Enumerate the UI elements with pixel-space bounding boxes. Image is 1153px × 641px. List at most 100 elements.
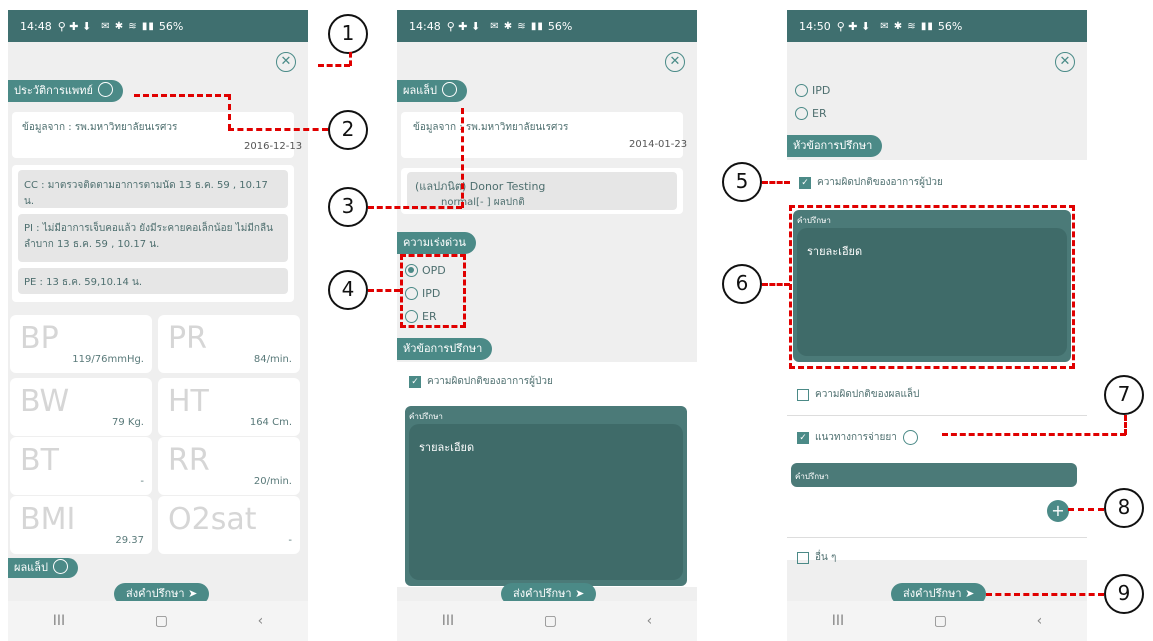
check-icon: ✓ (797, 431, 809, 444)
checkbox-symptom[interactable]: ✓ ความผิดปกติของอาการผู้ป่วย (409, 374, 553, 389)
notification-icons: ⚲ ✚ ⬇ (57, 19, 92, 33)
send-label: ส่งคำปรึกษา (126, 587, 185, 600)
callout-6: 6 (722, 264, 762, 304)
recent-apps-button[interactable]: III (53, 613, 65, 629)
consult-header: คำปรึกษา (409, 412, 443, 421)
record-date: 2014-01-23 (629, 139, 688, 150)
radio-label: ER (812, 107, 827, 120)
refresh-icon[interactable] (902, 430, 918, 445)
refresh-icon[interactable] (442, 82, 457, 97)
consult-textarea[interactable]: รายละเอียด (409, 424, 683, 580)
annotation-line (461, 108, 464, 208)
add-icon[interactable]: + (1047, 500, 1069, 522)
checkbox-label: แนวทางการจ่ายยา (815, 432, 897, 443)
callout-5: 5 (722, 162, 762, 202)
system-nav-bar: III ▢ ‹ (397, 601, 697, 641)
vital-value: 164 Cm. (249, 417, 292, 428)
home-button[interactable]: ▢ (155, 613, 168, 629)
lab-title: (แลปภนิต) Donor Testing (415, 180, 546, 193)
section-lab[interactable]: ผลแล็ป (397, 80, 467, 102)
consult-placeholder: รายละเอียด (419, 441, 475, 454)
checkbox-symptom[interactable]: ✓ ความผิดปกติของอาการผู้ป่วย (799, 175, 943, 190)
back-button[interactable]: ‹ (258, 613, 264, 629)
home-button[interactable]: ▢ (934, 613, 947, 629)
vital-bmi: BMI 29.37 (10, 496, 152, 554)
consult-header: คำปรึกษา (795, 472, 829, 481)
topic-header: หัวข้อการปรึกษา (397, 338, 493, 360)
checkbox-label: ความผิดปกติของอาการผู้ป่วย (817, 177, 943, 188)
refresh-icon[interactable] (53, 559, 68, 574)
vital-label: BW (20, 384, 70, 419)
callout-7: 7 (1104, 375, 1144, 415)
vital-value: 29.37 (115, 535, 144, 546)
checkbox-label: ความผิดปกติของผลแล็ป (815, 389, 920, 400)
signal-icons: ✉ ✱ ≋ ▮▮ (490, 20, 544, 32)
close-icon[interactable]: ✕ (665, 52, 685, 72)
battery-level: 56% (547, 19, 573, 33)
source-text: ข้อมูลจาก : รพ.มหาวิทยาลัยนเรศวร (413, 122, 569, 133)
pi-text: PI : ไม่มีอาการเจ็บคอแล้ว ยังมีระคายคอเล… (24, 223, 273, 250)
vital-value: 79 Kg. (112, 417, 144, 428)
recent-apps-button[interactable]: III (442, 613, 454, 629)
status-bar: 14:50 ⚲ ✚ ⬇ ✉ ✱ ≋ ▮▮ 56% (787, 10, 1087, 42)
vital-value: 119/76mmHg. (72, 354, 144, 365)
section-label: ผลแล็ป (403, 84, 437, 97)
checkbox-medication[interactable]: ✓ แนวทางการจ่ายยา (797, 430, 918, 445)
annotation-line (368, 289, 400, 292)
status-time: 14:50 (799, 19, 831, 33)
close-icon[interactable]: ✕ (1055, 52, 1075, 72)
consult-box: คำปรึกษา รายละเอียด (405, 406, 687, 586)
status-bar: 14:48 ⚲ ✚ ⬇ ✉ ✱ ≋ ▮▮ 56% (397, 10, 697, 42)
annotation-line (762, 181, 790, 184)
vital-o2sat: O2sat - (158, 496, 300, 554)
callout-2: 2 (328, 110, 368, 150)
back-button[interactable]: ‹ (1037, 613, 1043, 629)
callout-3: 3 (328, 187, 368, 227)
close-icon[interactable]: ✕ (276, 52, 296, 72)
home-button[interactable]: ▢ (544, 613, 557, 629)
notification-icons: ⚲ ✚ ⬇ (446, 19, 481, 33)
vital-label: PR (168, 321, 207, 356)
vital-label: HT (168, 384, 209, 419)
vital-label: BT (20, 443, 59, 478)
section-medical-history[interactable]: ประวัติการแพทย์ (8, 80, 123, 102)
recent-apps-button[interactable]: III (832, 613, 844, 629)
refresh-icon[interactable] (97, 82, 113, 97)
send-icon: ➤ (188, 587, 198, 600)
section-lab[interactable]: ผลแล็ป (8, 558, 78, 578)
section-label: ความเร่งด่วน (403, 236, 466, 249)
callout-9: 9 (1104, 574, 1144, 614)
battery-level: 56% (937, 19, 963, 33)
section-label: ผลแล็ป (14, 561, 48, 574)
pe-text: PE : 13 ธ.ค. 59,10.14 น. (24, 277, 143, 288)
send-icon: ➤ (965, 587, 975, 600)
consult-box-medication: คำปรึกษา (791, 463, 1077, 487)
vital-pr: PR 84/min. (158, 315, 300, 373)
callout-1: 1 (328, 14, 368, 54)
urgency-header: ความเร่งด่วน (397, 232, 476, 254)
radio-er[interactable]: ER (795, 107, 827, 120)
checkbox-label: อื่น ๆ (815, 552, 837, 563)
vital-label: BMI (20, 502, 76, 537)
notification-icons: ⚲ ✚ ⬇ (836, 19, 871, 33)
checkbox-label: ความผิดปกติของอาการผู้ป่วย (427, 376, 553, 387)
vital-rr: RR 20/min. (158, 437, 300, 495)
checkbox-lab[interactable]: ความผิดปกติของผลแล็ป (797, 387, 919, 402)
annotation-line (762, 283, 790, 286)
source-card (401, 112, 683, 158)
annotation-line (1068, 508, 1104, 511)
checkbox-other[interactable]: อื่น ๆ (797, 550, 836, 565)
topic-header: หัวข้อการปรึกษา (787, 135, 883, 157)
vital-bp: BP 119/76mmHg. (10, 315, 152, 373)
section-label: หัวข้อการปรึกษา (403, 342, 483, 355)
annotation-line (368, 206, 462, 209)
section-label: หัวข้อการปรึกษา (793, 139, 873, 152)
radio-label: IPD (812, 84, 831, 97)
back-button[interactable]: ‹ (647, 613, 653, 629)
annotation-box (789, 205, 1075, 369)
annotation-box (400, 254, 466, 328)
annotation-line (228, 128, 328, 131)
vital-value: 84/min. (253, 354, 292, 365)
radio-ipd[interactable]: IPD (795, 84, 830, 97)
status-time: 14:48 (20, 19, 52, 33)
